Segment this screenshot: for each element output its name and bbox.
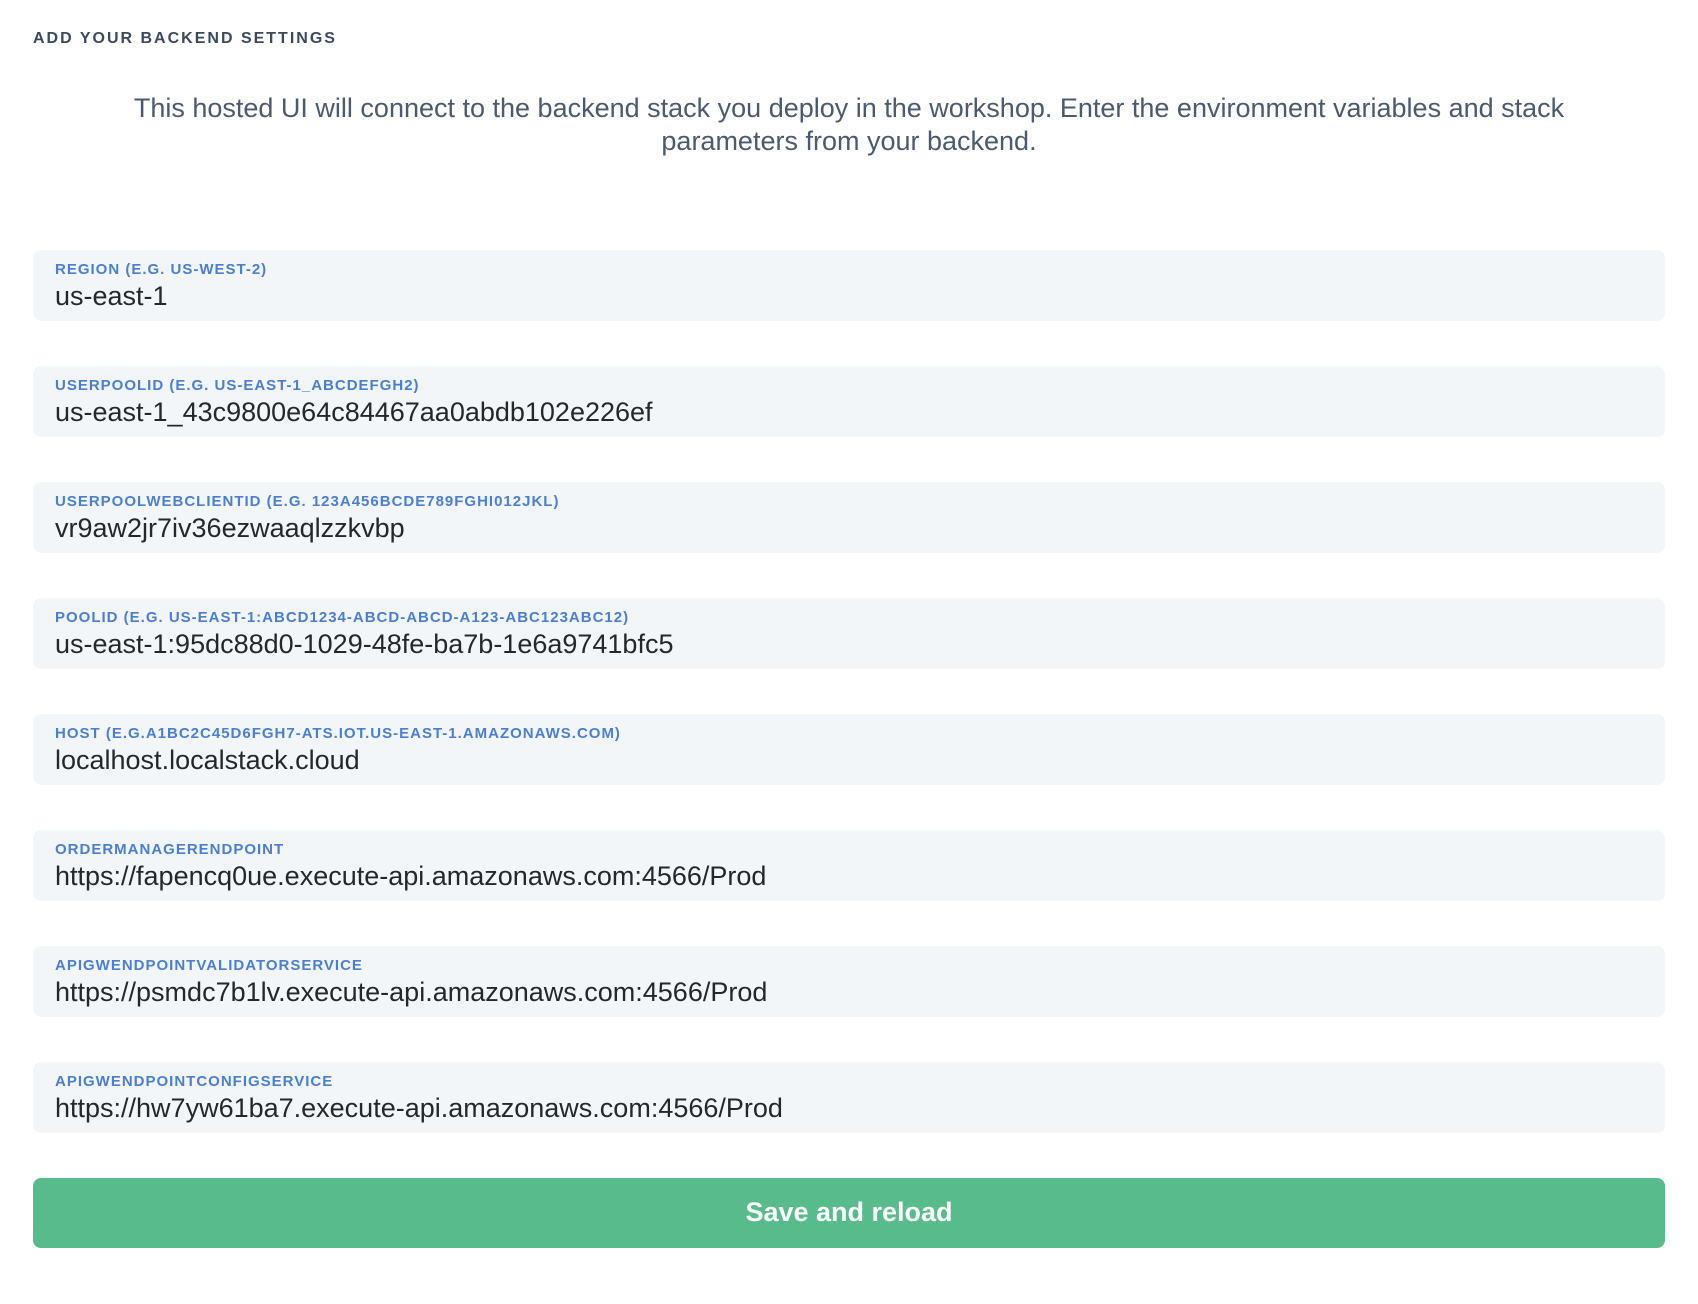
field-ordermanagerendpoint-input[interactable] (55, 861, 1643, 891)
field-userpoolid: USERPOOLID (E.G. US-EAST-1_ABCDEFGH2) (33, 366, 1665, 437)
intro-text: This hosted UI will connect to the backe… (69, 92, 1629, 158)
field-userpoolid-input[interactable] (55, 397, 1643, 427)
field-ordermanagerendpoint-label: ORDERMANAGERENDPOINT (55, 841, 1643, 859)
field-userpoolwebclientid-input[interactable] (55, 513, 1643, 543)
field-region: REGION (E.G. US-WEST-2) (33, 250, 1665, 321)
field-region-label: REGION (E.G. US-WEST-2) (55, 261, 1643, 279)
field-apigwendpointconfigservice-input[interactable] (55, 1093, 1643, 1123)
field-host: HOST (E.G.A1BC2C45D6FGH7-ATS.IOT.US-EAST… (33, 714, 1665, 785)
field-poolid-input[interactable] (55, 629, 1643, 659)
field-poolid-label: POOLID (E.G. US-EAST-1:ABCD1234-ABCD-ABC… (55, 609, 1643, 627)
settings-form: REGION (E.G. US-WEST-2) USERPOOLID (E.G.… (33, 250, 1665, 1133)
backend-settings-panel: ADD YOUR BACKEND SETTINGS This hosted UI… (0, 0, 1698, 1304)
field-poolid: POOLID (E.G. US-EAST-1:ABCD1234-ABCD-ABC… (33, 598, 1665, 669)
field-apigwendpointvalidatorservice-input[interactable] (55, 977, 1643, 1007)
field-apigwendpointconfigservice: APIGWENDPOINTCONFIGSERVICE (33, 1062, 1665, 1133)
field-userpoolwebclientid: USERPOOLWEBCLIENTID (E.G. 123A456BCDE789… (33, 482, 1665, 553)
field-apigwendpointvalidatorservice: APIGWENDPOINTVALIDATORSERVICE (33, 946, 1665, 1017)
save-and-reload-button[interactable]: Save and reload (33, 1178, 1665, 1248)
field-host-label: HOST (E.G.A1BC2C45D6FGH7-ATS.IOT.US-EAST… (55, 725, 1643, 743)
field-host-input[interactable] (55, 745, 1643, 775)
field-ordermanagerendpoint: ORDERMANAGERENDPOINT (33, 830, 1665, 901)
field-apigwendpointvalidatorservice-label: APIGWENDPOINTVALIDATORSERVICE (55, 957, 1643, 975)
field-userpoolwebclientid-label: USERPOOLWEBCLIENTID (E.G. 123A456BCDE789… (55, 493, 1643, 511)
field-userpoolid-label: USERPOOLID (E.G. US-EAST-1_ABCDEFGH2) (55, 377, 1643, 395)
page-title: ADD YOUR BACKEND SETTINGS (33, 30, 1665, 48)
field-apigwendpointconfigservice-label: APIGWENDPOINTCONFIGSERVICE (55, 1073, 1643, 1091)
field-region-input[interactable] (55, 281, 1643, 311)
